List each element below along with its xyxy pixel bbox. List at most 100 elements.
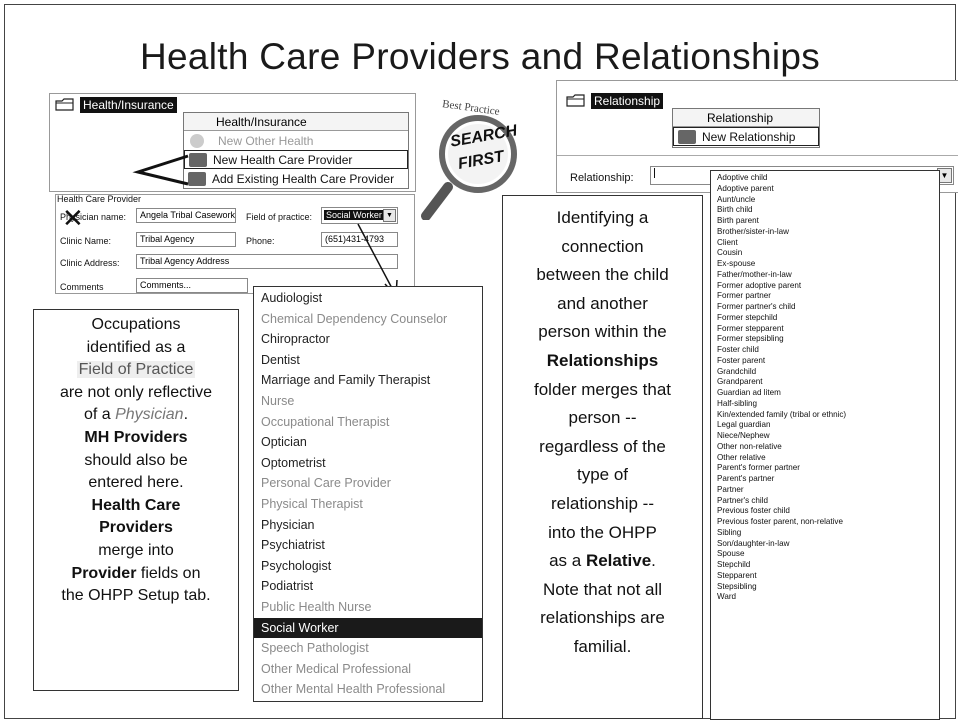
list-item[interactable]: Optometrist bbox=[254, 453, 482, 474]
list-item[interactable]: Audiologist bbox=[254, 288, 482, 309]
list-item[interactable]: Ward bbox=[711, 592, 939, 603]
provider-icon bbox=[189, 152, 207, 167]
note-line: MH Providers bbox=[84, 428, 188, 446]
list-item-selected[interactable]: Social Worker bbox=[254, 617, 482, 639]
folder-icon bbox=[55, 98, 75, 112]
list-item[interactable]: Client bbox=[711, 238, 939, 249]
list-item[interactable]: Marriage and Family Therapist bbox=[254, 370, 482, 391]
menu-item-label: Add Existing Health Care Provider bbox=[212, 171, 395, 186]
list-item[interactable]: Niece/Nephew bbox=[711, 431, 939, 442]
list-item[interactable]: Stepparent bbox=[711, 571, 939, 582]
relationship-tree-node[interactable]: Relationship bbox=[566, 93, 664, 109]
list-item[interactable]: Stepchild bbox=[711, 560, 939, 571]
list-item[interactable]: Foster parent bbox=[711, 356, 939, 367]
note-emphasis: Provider bbox=[71, 564, 137, 582]
list-item[interactable]: Half-sibling bbox=[711, 399, 939, 410]
note-line: Providers bbox=[99, 519, 173, 537]
list-item[interactable]: Physical Therapist bbox=[254, 494, 482, 515]
list-item[interactable]: Speech Pathologist bbox=[254, 638, 482, 659]
list-item[interactable]: Public Health Nurse bbox=[254, 597, 482, 618]
list-item[interactable]: Kin/extended family (tribal or ethnic) bbox=[711, 410, 939, 421]
note-line: Relationships bbox=[546, 350, 659, 370]
list-item[interactable]: Podiatrist bbox=[254, 576, 482, 597]
list-item[interactable]: Spouse bbox=[711, 549, 939, 560]
relationship-context-menu: Relationship New Relationship bbox=[672, 108, 820, 148]
note-line: Occupations bbox=[91, 316, 181, 333]
pointer-arrow-icon bbox=[132, 154, 189, 186]
list-item[interactable]: Occupational Therapist bbox=[254, 412, 482, 433]
list-item[interactable]: Psychiatrist bbox=[254, 535, 482, 556]
list-item[interactable]: Former partner bbox=[711, 291, 939, 302]
list-item[interactable]: Birth parent bbox=[711, 216, 939, 227]
menu-item-add-existing-provider[interactable]: Add Existing Health Care Provider bbox=[184, 169, 408, 188]
clinic-name-field[interactable]: Tribal Agency bbox=[136, 232, 236, 247]
note-text: fields on bbox=[136, 564, 201, 582]
list-item[interactable]: Cousin bbox=[711, 248, 939, 259]
list-item[interactable]: Partner bbox=[711, 485, 939, 496]
list-item[interactable]: Guardian ad litem bbox=[711, 388, 939, 399]
clinic-address-label: Clinic Address: bbox=[60, 258, 120, 268]
list-item[interactable]: Adoptive parent bbox=[711, 184, 939, 195]
list-item[interactable]: Ex-spouse bbox=[711, 259, 939, 270]
list-item[interactable]: Birth child bbox=[711, 205, 939, 216]
list-item[interactable]: Legal guardian bbox=[711, 420, 939, 431]
list-item[interactable]: Stepsibling bbox=[711, 582, 939, 593]
note-text: of a bbox=[83, 406, 116, 424]
menu-item-label: New Health Care Provider bbox=[213, 152, 353, 167]
list-item[interactable]: Adoptive child bbox=[711, 173, 939, 184]
note-line: Health Care bbox=[91, 496, 181, 514]
menu-item-new-relationship[interactable]: New Relationship bbox=[673, 127, 819, 146]
note-line: of a Physician. bbox=[34, 404, 238, 427]
list-item[interactable]: Other relative bbox=[711, 453, 939, 464]
list-item[interactable]: Son/daughter-in-law bbox=[711, 539, 939, 550]
menu-item-new-health-care-provider[interactable]: New Health Care Provider bbox=[184, 150, 408, 169]
list-item[interactable]: Former stepsibling bbox=[711, 334, 939, 345]
health-context-menu: Health/Insurance New Other Health New He… bbox=[183, 112, 409, 189]
list-item[interactable]: Previous foster parent, non-relative bbox=[711, 517, 939, 528]
list-item[interactable]: Father/mother-in-law bbox=[711, 270, 939, 281]
list-item[interactable]: Other Medical Professional bbox=[254, 659, 482, 680]
note-line: merge into bbox=[98, 541, 174, 559]
list-item[interactable]: Psychologist bbox=[254, 556, 482, 577]
relationship-menu-header: Relationship bbox=[673, 109, 819, 127]
clinic-name-label: Clinic Name: bbox=[60, 236, 112, 246]
list-item[interactable]: Former stepchild bbox=[711, 313, 939, 324]
list-item[interactable]: Chemical Dependency Counselor bbox=[254, 309, 482, 330]
menu-item-new-other-health[interactable]: New Other Health bbox=[184, 131, 408, 150]
list-item[interactable]: Dentist bbox=[254, 350, 482, 371]
list-item[interactable]: Personal Care Provider bbox=[254, 473, 482, 494]
note-line: entered here. bbox=[88, 474, 184, 492]
list-item[interactable]: Partner's child bbox=[711, 496, 939, 507]
note-line: relationship -- bbox=[551, 493, 654, 513]
list-item[interactable]: Other non-relative bbox=[711, 442, 939, 453]
relationship-divider bbox=[557, 155, 958, 156]
health-tree-node[interactable]: Health/Insurance bbox=[55, 97, 177, 113]
list-item[interactable]: Foster child bbox=[711, 345, 939, 356]
list-item[interactable]: Former stepparent bbox=[711, 324, 939, 335]
list-item[interactable]: Sibling bbox=[711, 528, 939, 539]
list-item[interactable]: Grandparent bbox=[711, 377, 939, 388]
physician-name-field[interactable]: Angela Tribal Caseworker bbox=[136, 208, 236, 223]
list-item[interactable]: Parent's partner bbox=[711, 474, 939, 485]
list-item[interactable]: Parent's former partner bbox=[711, 463, 939, 474]
note-line: into the OHPP bbox=[548, 522, 657, 542]
note-emphasis: Physician bbox=[115, 406, 184, 424]
list-item[interactable]: Grandchild bbox=[711, 367, 939, 378]
list-item[interactable]: Chiropractor bbox=[254, 329, 482, 350]
list-item[interactable]: Optician bbox=[254, 432, 482, 453]
left-note: Occupations identified as a Field of Pra… bbox=[33, 309, 239, 691]
note-text: as a bbox=[549, 551, 586, 571]
list-item[interactable]: Former partner's child bbox=[711, 302, 939, 313]
list-item[interactable]: Previous foster child bbox=[711, 506, 939, 517]
list-item[interactable]: Physician bbox=[254, 515, 482, 536]
comments-field[interactable]: Comments... bbox=[136, 278, 248, 293]
note-text: . bbox=[183, 406, 189, 424]
list-item[interactable]: Former adoptive parent bbox=[711, 281, 939, 292]
chevron-down-icon[interactable]: ▼ bbox=[383, 209, 396, 222]
list-item[interactable]: Brother/sister-in-law bbox=[711, 227, 939, 238]
provider-icon bbox=[188, 171, 206, 186]
list-item[interactable]: Aunt/uncle bbox=[711, 195, 939, 206]
list-item[interactable]: Nurse bbox=[254, 391, 482, 412]
note-line: relationships are bbox=[540, 608, 665, 628]
list-item[interactable]: Other Mental Health Professional bbox=[254, 679, 482, 700]
